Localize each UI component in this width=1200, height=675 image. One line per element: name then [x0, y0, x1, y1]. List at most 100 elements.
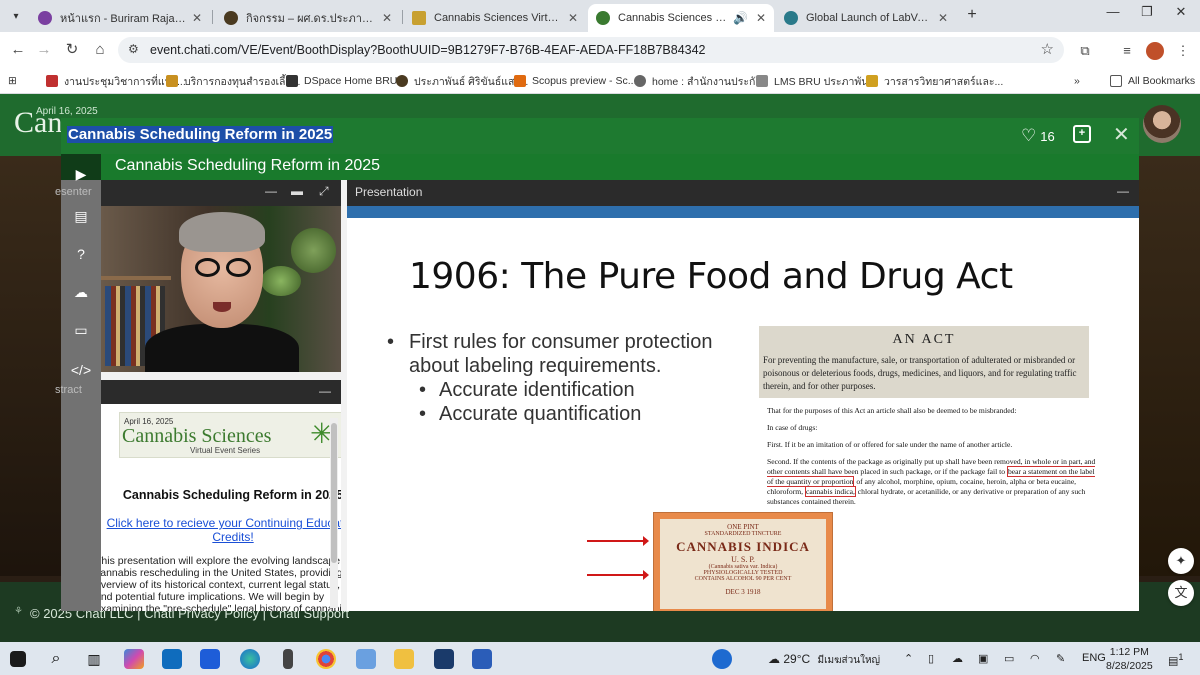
tab-cannabis-sciences-2025[interactable]: Cannabis Sciences 2025 🔊 ✕	[588, 4, 774, 32]
chrome-icon[interactable]	[316, 649, 336, 669]
folder-icon	[1110, 75, 1122, 87]
dropbox-icon[interactable]	[200, 649, 220, 669]
code-embed-icon[interactable]: </>	[61, 362, 101, 378]
journal-icon	[866, 75, 878, 87]
onedrive-icon[interactable]: ☁	[952, 652, 963, 665]
webex-icon[interactable]	[434, 649, 454, 669]
cloud-icon[interactable]: ☁	[61, 284, 101, 301]
event-banner: April 16, 2025 Cannabis Sciences Virtual…	[119, 412, 341, 458]
address-bar[interactable]: ⚙ event.chati.com/VE/Event/BoothDisplay?…	[118, 37, 1064, 63]
tab-activities[interactable]: กิจกรรม – ผศ.ดร.ประภาพันธ์ ศิริขันธ์ ✕	[216, 4, 400, 32]
file-explorer-icon[interactable]	[394, 649, 414, 669]
tab-search-chevron-icon[interactable]: ▾	[6, 6, 26, 26]
tab-buriram[interactable]: หน้าแรก - Buriram Rajabhat Univ ✕	[30, 4, 210, 32]
presenter-glasses	[195, 258, 251, 278]
extensions-puzzle-icon[interactable]: ⧉	[1076, 42, 1094, 60]
slide-title: 1906: The Pure Food and Drug Act	[409, 256, 1013, 297]
like-button[interactable]: ♡ 16	[1021, 126, 1055, 146]
close-modal-button[interactable]: ✕	[1113, 122, 1130, 147]
copilot-icon[interactable]	[124, 649, 144, 669]
weather-widget[interactable]: ☁ 29°C มีเมฆส่วนใหญ่	[768, 652, 880, 668]
tab-cannabis-virtual-event[interactable]: Cannabis Sciences Virtual Event ✕	[404, 4, 586, 32]
tab-labvantage[interactable]: Global Launch of LabVantage M ✕	[776, 4, 956, 32]
pen-icon[interactable]: ✎	[1056, 652, 1065, 665]
language-indicator[interactable]: ENG	[1082, 652, 1106, 664]
bookmark-item[interactable]: LMS BRU ประภาพันธ์	[756, 72, 875, 90]
forward-arrow-icon[interactable]: →	[34, 40, 54, 60]
reload-icon[interactable]: ↻	[62, 40, 82, 60]
heart-icon: ♡	[1021, 126, 1037, 145]
minimize-window-button[interactable]: —	[1098, 4, 1128, 19]
search-icon[interactable]: ⌕	[46, 649, 66, 669]
outlook-icon[interactable]	[162, 649, 182, 669]
bookmark-item[interactable]: วารสารวิทยาศาสตร์และ...	[866, 72, 1003, 90]
bolt-app-icon[interactable]	[283, 649, 293, 669]
bookmark-item[interactable]: ประภาพันธ์ ศิริขันธ์แสง...	[396, 72, 528, 90]
notification-bell-icon[interactable]: ▤1	[1168, 652, 1184, 668]
windows-start-icon[interactable]	[10, 651, 26, 667]
like-count: 16	[1040, 128, 1055, 144]
slide-sub-bullet: Accurate quantification	[387, 402, 727, 426]
help-icon[interactable]	[712, 649, 732, 669]
question-icon[interactable]: ?	[61, 246, 101, 262]
site-info-icon[interactable]: ⚙	[128, 42, 139, 56]
audio-playing-icon[interactable]: 🔊	[733, 11, 748, 25]
back-arrow-icon[interactable]: ←	[8, 40, 28, 60]
monitor-icon[interactable]: ▣	[978, 652, 988, 665]
act-document-header: AN ACT For preventing the manufacture, s…	[759, 326, 1089, 398]
task-view-icon[interactable]: ▥	[84, 649, 104, 669]
clock[interactable]: 1:12 PM 8/28/2025	[1106, 645, 1153, 673]
presenter-video[interactable]	[101, 206, 341, 372]
close-window-button[interactable]: ✕	[1166, 4, 1196, 20]
bookshelf	[101, 276, 171, 280]
scrollbar-thumb[interactable]	[331, 423, 337, 563]
word-icon[interactable]	[472, 649, 492, 669]
phone-link-icon[interactable]: ▯	[928, 652, 934, 665]
new-tab-button[interactable]: +	[962, 6, 982, 24]
add-to-briefcase-icon[interactable]: +	[1073, 125, 1091, 143]
slide-sub-bullet: Accurate identification	[387, 378, 727, 402]
tab-close-icon[interactable]: ✕	[192, 11, 202, 25]
chevron-up-icon[interactable]: ⌃	[904, 652, 913, 665]
bookmarks-overflow-icon[interactable]: »	[1074, 72, 1080, 90]
notes-app-icon[interactable]	[356, 649, 376, 669]
home-icon[interactable]: ⌂	[90, 40, 110, 60]
bookmark-item[interactable]: Scopus preview - Sc...	[514, 72, 636, 90]
battery-icon[interactable]: ▭	[1004, 652, 1014, 665]
presentation-screen-icon[interactable]: ▭	[61, 322, 101, 339]
bookmark-star-icon[interactable]: ☆	[1041, 40, 1054, 58]
contact-card-icon[interactable]: ▤	[61, 208, 101, 225]
wifi-icon[interactable]: ◠	[1030, 652, 1040, 665]
bookmark-item[interactable]: DSpace Home BRU	[286, 72, 397, 90]
translate-icon[interactable]: 文	[1168, 580, 1194, 606]
minimize-panel-button[interactable]: —	[319, 384, 331, 398]
apps-grid-icon[interactable]: ⊞	[8, 72, 17, 90]
maximize-window-button[interactable]: ❐	[1132, 4, 1162, 20]
url-text[interactable]: event.chati.com/VE/Event/BoothDisplay?Bo…	[150, 43, 706, 57]
red-arrow-icon	[587, 570, 649, 580]
bookmark-item[interactable]: บริการกองทุนสำรองเลี้ย...	[166, 72, 300, 90]
minimize-panel-button[interactable]: —	[1117, 184, 1129, 198]
edge-icon[interactable]	[240, 649, 260, 669]
play-circle-icon[interactable]: ▶	[61, 166, 101, 183]
media-controls-icon[interactable]: ≡	[1118, 42, 1136, 60]
more-menu-icon[interactable]: ⋮	[1174, 42, 1192, 60]
tab-close-icon[interactable]: ✕	[382, 11, 392, 25]
user-avatar[interactable]	[1143, 105, 1181, 143]
bookmark-item[interactable]: home : สำนักงานประกั...	[634, 72, 764, 90]
all-bookmarks[interactable]: All Bookmarks	[1110, 72, 1195, 90]
tab-close-icon[interactable]: ✕	[938, 11, 948, 25]
profile-avatar-icon[interactable]	[1146, 42, 1164, 60]
expand-panel-icon[interactable]: ⤢	[319, 184, 329, 199]
rail-label-presenter: esenter	[55, 186, 92, 198]
bookmark-item[interactable]: งานประชุมวิชาการที่แปร...	[46, 72, 186, 90]
window-panel-button[interactable]: ▬	[291, 184, 303, 198]
session-subtitle-bar: Cannabis Scheduling Reform in 2025	[61, 154, 1139, 180]
description-title: Cannabis Scheduling Reform in 2025	[122, 488, 341, 502]
ai-sparkle-icon[interactable]: ✦	[1168, 548, 1194, 574]
tab-close-icon[interactable]: ✕	[568, 11, 578, 25]
tab-close-icon[interactable]: ✕	[756, 11, 766, 25]
minimize-panel-button[interactable]: —	[265, 184, 277, 198]
cloud-sun-icon: ☁	[768, 652, 784, 666]
ce-credits-link[interactable]: Click here to recieve your Continuing Ed…	[101, 516, 341, 544]
